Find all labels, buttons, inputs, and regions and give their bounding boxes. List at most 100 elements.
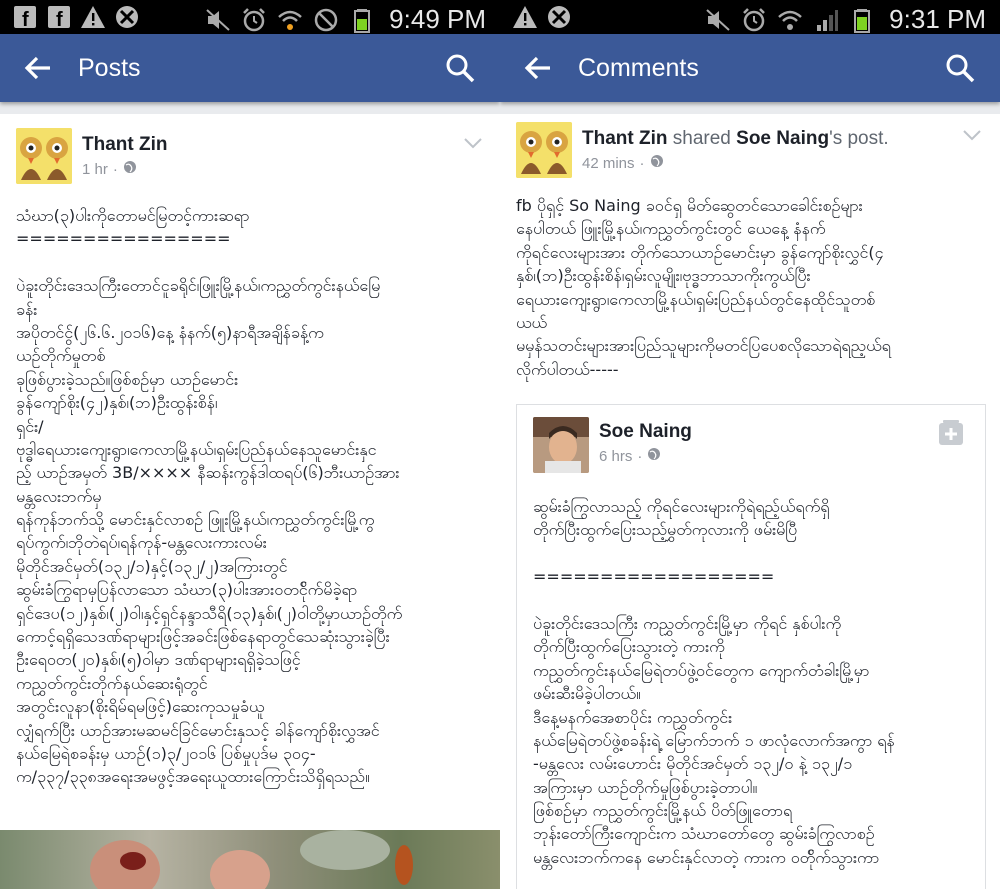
battery-icon [349, 7, 375, 33]
globe-icon [647, 447, 661, 465]
shared-owner[interactable]: Soe Naing [736, 128, 829, 149]
post-text-line: နယ်မြေရဲတပ်ဖွဲ့စခန်းရဲ့ မြောက်ဘက် ၁ ဖာလု… [533, 730, 895, 750]
post-text-line: နယ်မြေရဲစခန်းမှ ယာဉ်(၁)၃/၂၀၁၆ ပြစ်မှုပုဒ… [16, 743, 316, 763]
post-body: fb ပိုရှင့် So Naing ခဝင်ရှ မိတ်ဆွေတင်သေ… [516, 194, 891, 381]
post-photo[interactable] [0, 830, 500, 889]
post-author[interactable]: Thant Zin [582, 128, 667, 149]
search-icon[interactable] [944, 52, 976, 84]
post-text-line: ရပ်ကွက်၊ဘိုတဲရပ်၊ရန်ကုန်-မန္တလေးကားလမ်း [16, 533, 267, 553]
globe-icon [123, 160, 137, 178]
wifi-icon [777, 7, 803, 33]
page-title: Posts [78, 54, 141, 82]
post-text-line: ကညွှတ်ကွင်းတိုက်နယ်ဆေးရုံတွင် [16, 673, 208, 693]
globe-icon [650, 154, 664, 172]
post-text-line: အကြားမှာ ယာဉ်တိုက်မှုဖြစ်ပွားခဲ့တာပါ။ [533, 777, 758, 797]
post-text-line: အပိုတင်ငွ်(၂၆.၆.၂၀၁၆)နေ့ နံနက်(၅)နာရီအချ… [16, 322, 324, 342]
mute-icon [705, 7, 731, 33]
post-body: သံဃာ(၃)ပါးကိုတောမင်မြတင့်ကားဆရာ =========… [16, 204, 402, 789]
post-text-line: ဒီနေ့မနက်အေစာပိုင်း ကညွှတ်ကွင်း [533, 707, 733, 727]
comments-screen: 9:31 PM Comments Thant Zin shared Soe Na… [500, 0, 1000, 889]
post-text-line: နေပါတယ် ဖြူးမြို့နယ်၊ကညွှတ်ကွင်းတွင် ယေန… [516, 219, 826, 239]
shared-word: shared [672, 128, 731, 149]
post-text-line: ဘုန်းတော်ကြီးကျောင်းက သံဃာတော်တွေ ဆွမ်းခ… [533, 824, 875, 844]
chevron-down-icon[interactable] [962, 126, 982, 141]
status-bar: 9:31 PM [500, 0, 1000, 34]
shared-author[interactable]: Soe Naing [599, 421, 692, 443]
shared-post-body: ဆွမ်းခံကြွလာသည့် ကိုရင်လေးများကိုရဲရည့်ယ… [533, 495, 895, 869]
post-text-line: fb ပိုရှင့် So Naing ခဝင်ရှ မိတ်ဆွေတင်သေ… [516, 196, 863, 215]
post-text-line: ခန်း [16, 299, 38, 319]
separator-dot: · [637, 447, 643, 465]
post-text-line: ရေယားကျေးရွာ၊ကေလာမြို့နယ်၊ရှမ်းပြည်နယ်တွ… [516, 289, 876, 309]
post-text-line: တိုက်ပြီးထွက်ပြေးသည့်မွှတ်ကုလားကို ဖမ်းမ… [533, 520, 798, 540]
post-text-line: တိုက်ပြီးထွက်ပြေးသွားတဲ့ ကားကို [533, 637, 725, 657]
post-text-line: ပဲခူးတိုင်းဒေသကြီးတောင်ငူခရိုင်၊ဖြူးမြို… [16, 276, 381, 296]
post-meta: 42 mins · [582, 154, 664, 172]
post-card: Thant Zin 1 hr · သံဃာ(၃)ပါးကိုတောမင်မြတင… [0, 114, 500, 844]
post-text-line: မိုတိုင်အင်မှတ်(၁၃၂/၁)နှင့်(၁၃၂/၂)အကြားတ… [16, 556, 288, 576]
shared-post[interactable]: Soe Naing 6 hrs · ဆွမ်းခံကြွလာသည့် ကိုရင… [516, 404, 986, 889]
post-text-line: ဖမ်းဆီးမိခဲ့ပါတယ်။ [533, 684, 641, 704]
post-time: 1 hr [82, 160, 108, 178]
post-text-line: ကောင့်ရရှိသေဒဏ်ရာများဖြင့်အခင်းဖြစ်နေရာတ… [16, 627, 390, 647]
add-icon[interactable] [937, 419, 965, 447]
avatar[interactable] [533, 417, 589, 473]
post-text-line: အတွင်းလူနာ(စိုးရိမ်ရမဖြင့်)ဆေးကုသမှုခံယူ [16, 697, 265, 717]
post-text-line: ခွန်ကျော်စိုး(၄၂)နှစ်၊(ဘ)ဦးထွန်းစိန်၊ [16, 393, 218, 413]
post-text-line: ည့် ယာဉ်အမှတ် 3B/×××× နီဆန်းကွန်ဒါထရပ်(၆… [16, 463, 400, 483]
blocked-app-icon [546, 4, 572, 30]
post-card: Thant Zin shared Soe Naing's post. 42 mi… [500, 114, 1000, 889]
back-arrow-icon[interactable] [22, 52, 54, 84]
post-text-line [16, 251, 402, 274]
wifi-icon [277, 7, 303, 33]
svg-text:f: f [22, 9, 29, 30]
post-text-line: ဗုဒ္ဓါရေယားကျေးရွာ၊ကေလာမြို့နယ်၊ရှမ်းပြည… [16, 439, 377, 459]
post-text-line: ယဉ်တိုက်မှုတစ် [16, 346, 106, 366]
blocked-app-icon [114, 4, 140, 30]
post-text-line: ဖြစ်စဉ်မှာ ကညွှတ်ကွင်းမြို့နယ် ပိတ်ဖြူတေ… [533, 801, 793, 821]
post-text-line: ရန်ကုန်ဘက်သို့ မောင်းနှင်လာစဉ် ဖြူးမြို့… [16, 510, 375, 530]
post-text-line: လျှံရက်ပြီး ယာဉ်အားမဆမင်ခြင်မောင်းနှသင့်… [16, 720, 380, 740]
warning-icon [512, 4, 538, 30]
post-text-line: ဆွမ်းခံကြွရာမှပြန်လာသော သံဃာ(၃)ပါးအားဝတင… [16, 580, 358, 600]
app-bar: Comments [500, 34, 1000, 102]
battery-icon [849, 7, 875, 33]
shared-meta: 6 hrs · [599, 447, 661, 465]
post-text-line: မန္တလေးဘက်မှ [16, 486, 102, 506]
shared-suffix: 's post. [829, 128, 889, 149]
avatar[interactable] [16, 128, 72, 184]
signal-icon [813, 7, 839, 33]
avatar[interactable] [516, 122, 572, 178]
post-text-line: ယယ် [516, 312, 548, 332]
post-text-line: ဆွမ်းခံကြွလာသည့် ကိုရင်လေးများကိုရဲရည့်ယ… [533, 497, 830, 516]
post-text-line: ကိုရင်လေးများအား တိုက်သောယာဉ်မောင်းမှာ ခ… [516, 242, 884, 262]
post-text-line: ရှင်း/ [16, 416, 44, 436]
post-text-line: ဦးရေဝတ(၂၀)နှစ်၊(၅)ဝါမှာ ဒဏ်ရာများရရှိခဲ့… [16, 650, 301, 670]
app-bar: Posts [0, 34, 500, 102]
post-text-line: ပဲခူးတိုင်းဒေသကြီး ကညွှတ်ကွင်းမြို့မှာ က… [533, 613, 842, 633]
back-arrow-icon[interactable] [522, 52, 554, 84]
search-icon[interactable] [444, 52, 476, 84]
shared-time: 6 hrs [599, 447, 633, 465]
chevron-down-icon[interactable] [463, 134, 483, 149]
facebook-icon: f [46, 4, 72, 30]
posts-screen: f f 9:49 PM Posts Thant Zin 1 hr · သံဃာ(… [0, 0, 500, 889]
post-time: 42 mins [582, 154, 635, 172]
post-meta: 1 hr · [82, 160, 137, 178]
separator-dot: · [639, 154, 645, 172]
post-text-line: သံဃာ(၃)ပါးကိုတောမင်မြတင့်ကားဆရာ [16, 206, 250, 225]
alarm-icon [741, 7, 767, 33]
status-time: 9:49 PM [389, 4, 486, 34]
warning-icon [80, 4, 106, 30]
page-title: Comments [578, 54, 699, 82]
separator-dot: · [112, 160, 118, 178]
post-text-line [533, 589, 895, 612]
post-text-line: က/၃၃၇/၃၃၈အရေးအမဖွင့်အရေးယူထားကြောင်းသိရှ… [16, 767, 370, 787]
facebook-icon: f [12, 4, 38, 30]
post-author[interactable]: Thant Zin [82, 134, 167, 156]
mute-icon [205, 7, 231, 33]
svg-text:f: f [56, 9, 63, 30]
post-text-line: မမှန်သတင်းများအားပြည်သူများကိုမတင်ပြပေစလ… [516, 336, 891, 356]
no-sim-icon [313, 7, 339, 33]
post-text-line: လိုက်ပါတယ်----- [516, 359, 619, 379]
